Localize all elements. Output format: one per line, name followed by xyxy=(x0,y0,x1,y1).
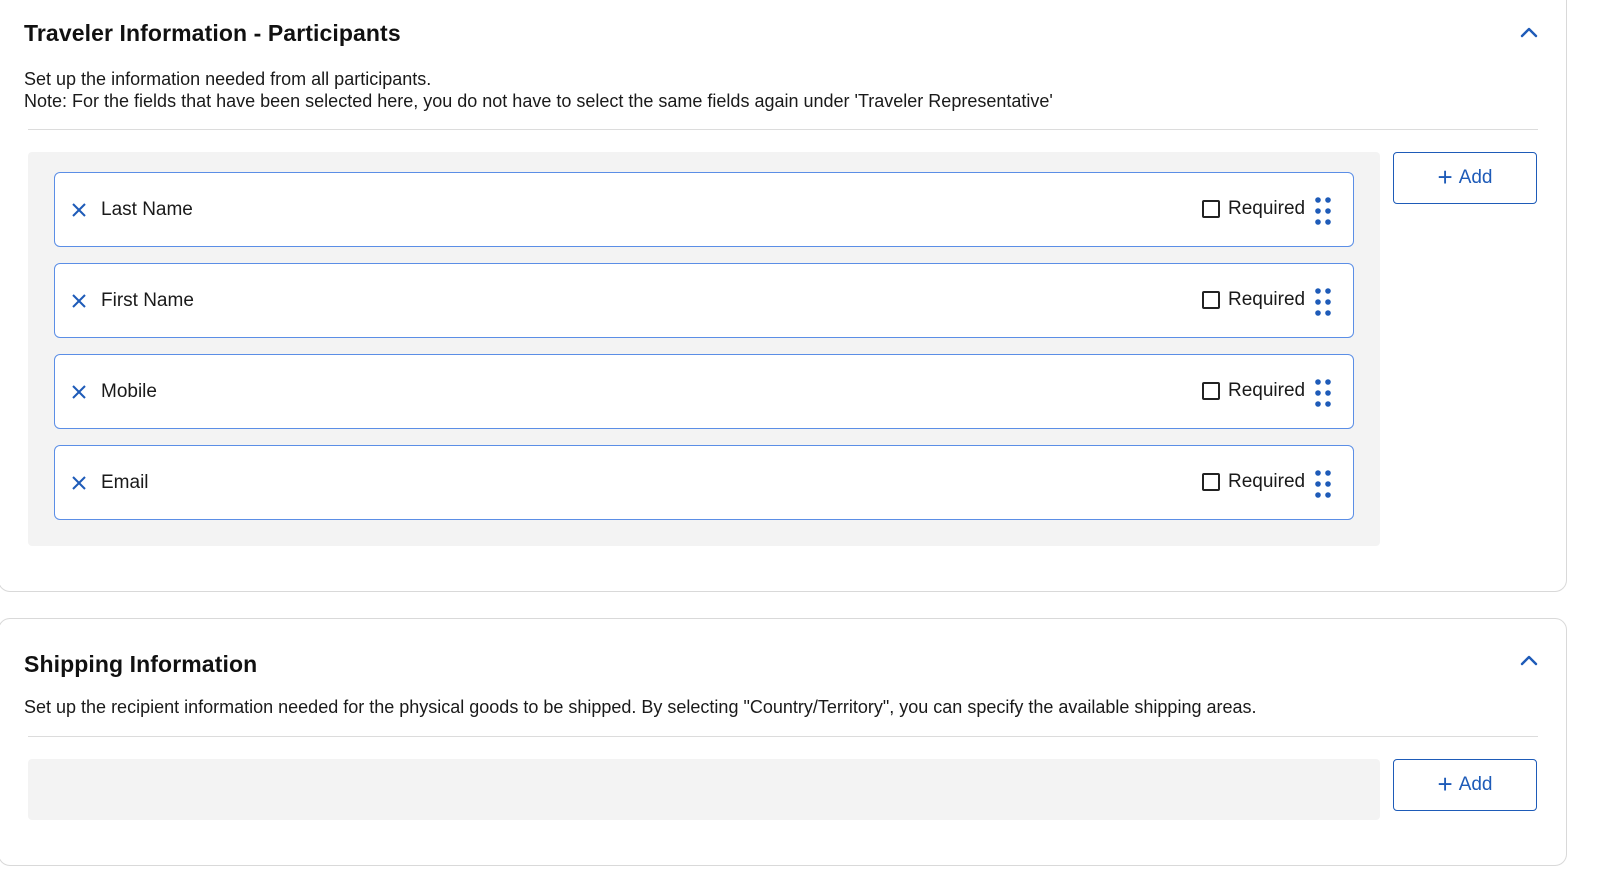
required-label: Required xyxy=(1228,380,1306,401)
add-shipping-field-button[interactable]: + Add xyxy=(1393,759,1537,811)
shipping-field-list xyxy=(28,759,1380,820)
field-row-email[interactable]: Email Required xyxy=(54,445,1354,520)
field-label: Mobile xyxy=(101,381,157,402)
drag-handle-icon[interactable] xyxy=(1315,197,1331,225)
participants-title: Traveler Information - Participants xyxy=(24,20,401,46)
required-checkbox[interactable]: Required xyxy=(1202,380,1305,402)
checkbox-icon[interactable] xyxy=(1202,473,1220,491)
field-row-last-name[interactable]: Last Name Required xyxy=(54,172,1354,247)
divider xyxy=(28,129,1538,130)
plus-icon: + xyxy=(1437,769,1453,799)
add-button-label: Add xyxy=(1458,774,1493,795)
drag-handle-icon[interactable] xyxy=(1315,288,1331,316)
field-label: Email xyxy=(101,472,149,493)
field-row-first-name[interactable]: First Name Required xyxy=(54,263,1354,338)
participants-description-line1: Set up the information needed from all p… xyxy=(24,69,432,89)
shipping-section: Shipping Information Set up the recipien… xyxy=(0,618,1567,866)
close-icon[interactable] xyxy=(70,292,88,310)
required-label: Required xyxy=(1228,198,1306,219)
shipping-description: Set up the recipient information needed … xyxy=(24,697,1257,717)
participants-section: Traveler Information - Participants Set … xyxy=(0,0,1567,592)
divider xyxy=(28,736,1538,737)
drag-handle-icon[interactable] xyxy=(1315,379,1331,407)
field-row-mobile[interactable]: Mobile Required xyxy=(54,354,1354,429)
required-checkbox[interactable]: Required xyxy=(1202,471,1305,493)
required-checkbox[interactable]: Required xyxy=(1202,289,1305,311)
checkbox-icon[interactable] xyxy=(1202,291,1220,309)
plus-icon: + xyxy=(1437,162,1453,192)
field-label: Last Name xyxy=(101,199,193,220)
participants-field-list: Last Name Required First Name Required M… xyxy=(28,152,1380,546)
participants-description-line2: Note: For the fields that have been sele… xyxy=(24,91,1053,111)
field-label: First Name xyxy=(101,290,194,311)
shipping-title: Shipping Information xyxy=(24,651,258,677)
close-icon[interactable] xyxy=(70,201,88,219)
checkbox-icon[interactable] xyxy=(1202,200,1220,218)
add-participant-field-button[interactable]: + Add xyxy=(1393,152,1537,204)
close-icon[interactable] xyxy=(70,383,88,401)
checkbox-icon[interactable] xyxy=(1202,382,1220,400)
add-button-label: Add xyxy=(1458,167,1493,188)
chevron-up-icon[interactable] xyxy=(1518,650,1540,672)
required-label: Required xyxy=(1228,289,1306,310)
required-checkbox[interactable]: Required xyxy=(1202,198,1305,220)
close-icon[interactable] xyxy=(70,474,88,492)
chevron-up-icon[interactable] xyxy=(1518,22,1540,44)
drag-handle-icon[interactable] xyxy=(1315,470,1331,498)
required-label: Required xyxy=(1228,471,1306,492)
